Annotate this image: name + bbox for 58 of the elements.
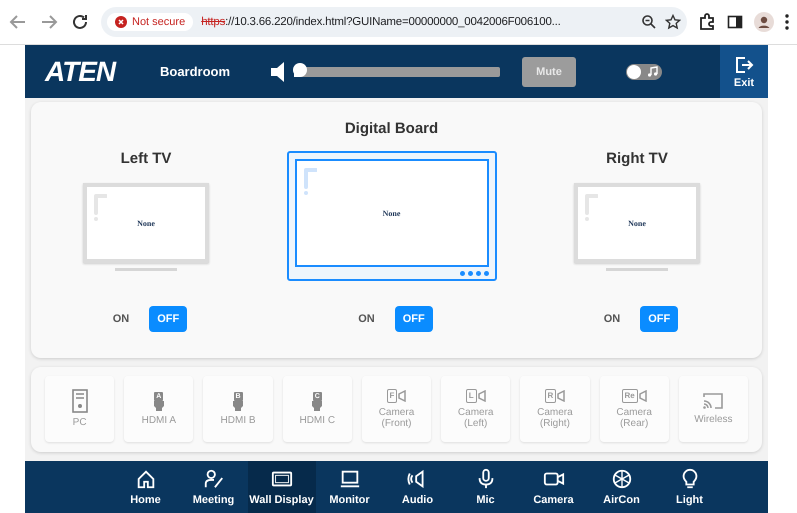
extensions-icon[interactable] (698, 13, 716, 31)
source-name: Camera (Left) (456, 406, 494, 430)
nav-tab[interactable]: Meeting (180, 461, 248, 513)
url-text: https://10.3.66.220/index.html?GUIName=00000000_0042006F006100... (201, 16, 562, 28)
source-name: HDMI B (220, 414, 256, 426)
digital-board[interactable]: None (286, 151, 496, 281)
on-button[interactable]: ON (596, 306, 628, 332)
zoom-icon[interactable] (641, 14, 657, 30)
pc-tower-icon (72, 389, 88, 414)
reload-icon[interactable] (70, 12, 90, 32)
source-label: None (137, 218, 155, 228)
exit-button[interactable]: Exit (720, 45, 768, 98)
exit-icon (734, 54, 754, 74)
nav-tab[interactable]: Audio (384, 461, 452, 513)
not-secure-chip[interactable]: Not secure (107, 13, 194, 31)
nav-tab[interactable]: Mic (452, 461, 520, 513)
brand-logo: ATEN (45, 56, 118, 88)
nav-tab[interactable]: Monitor (316, 461, 384, 513)
address-bar[interactable]: Not secure https://10.3.66.220/index.html?GUIName=00000000_0042006F006100... (101, 7, 687, 37)
music-note-icon (647, 66, 658, 77)
source-name: Wireless (694, 414, 733, 426)
room-name: Boardroom (160, 64, 232, 79)
tv-screen[interactable]: None (574, 183, 700, 263)
nav-tab[interactable]: Home (112, 461, 180, 513)
corner-mark-icon (584, 193, 598, 221)
corner-mark-icon (93, 193, 107, 221)
source-name: Camera (Right) (536, 406, 574, 430)
star-icon[interactable] (665, 14, 681, 30)
music-toggle[interactable] (626, 64, 662, 80)
nav-tab[interactable]: Camera (520, 461, 588, 513)
corner-mark-icon (302, 167, 316, 195)
source-label: None (628, 218, 646, 228)
source-name: HDMI A (142, 414, 176, 426)
side-panel-icon[interactable] (727, 14, 743, 30)
source-name: Camera (Rear) (615, 406, 653, 430)
person-pen-icon (202, 468, 224, 490)
snowflake-icon (610, 468, 632, 490)
nav-tab[interactable]: AirCon (588, 461, 656, 513)
tv-screen[interactable]: None (83, 183, 209, 263)
menu-icon[interactable] (785, 14, 789, 30)
warning-icon (115, 16, 127, 28)
nav-tab[interactable]: Light (656, 461, 724, 513)
tv-stand (606, 268, 668, 271)
slider-thumb[interactable] (293, 62, 308, 76)
laptop-icon (338, 468, 360, 490)
source-name: Camera (Front) (378, 406, 416, 430)
on-button[interactable]: ON (104, 306, 138, 332)
source-name: HDMI C (299, 414, 336, 426)
source-name: PC (72, 417, 87, 429)
cast-icon (702, 392, 724, 410)
source-label: None (382, 208, 400, 218)
nav-tab[interactable]: Wall Display (248, 461, 316, 513)
tv-stand (115, 268, 177, 271)
on-button[interactable]: ON (350, 306, 383, 332)
profile-avatar-icon[interactable] (754, 12, 774, 32)
display-title: Right TV (606, 150, 668, 167)
display-title: Digital Board (344, 120, 438, 137)
display-title: Left TV (120, 150, 172, 167)
